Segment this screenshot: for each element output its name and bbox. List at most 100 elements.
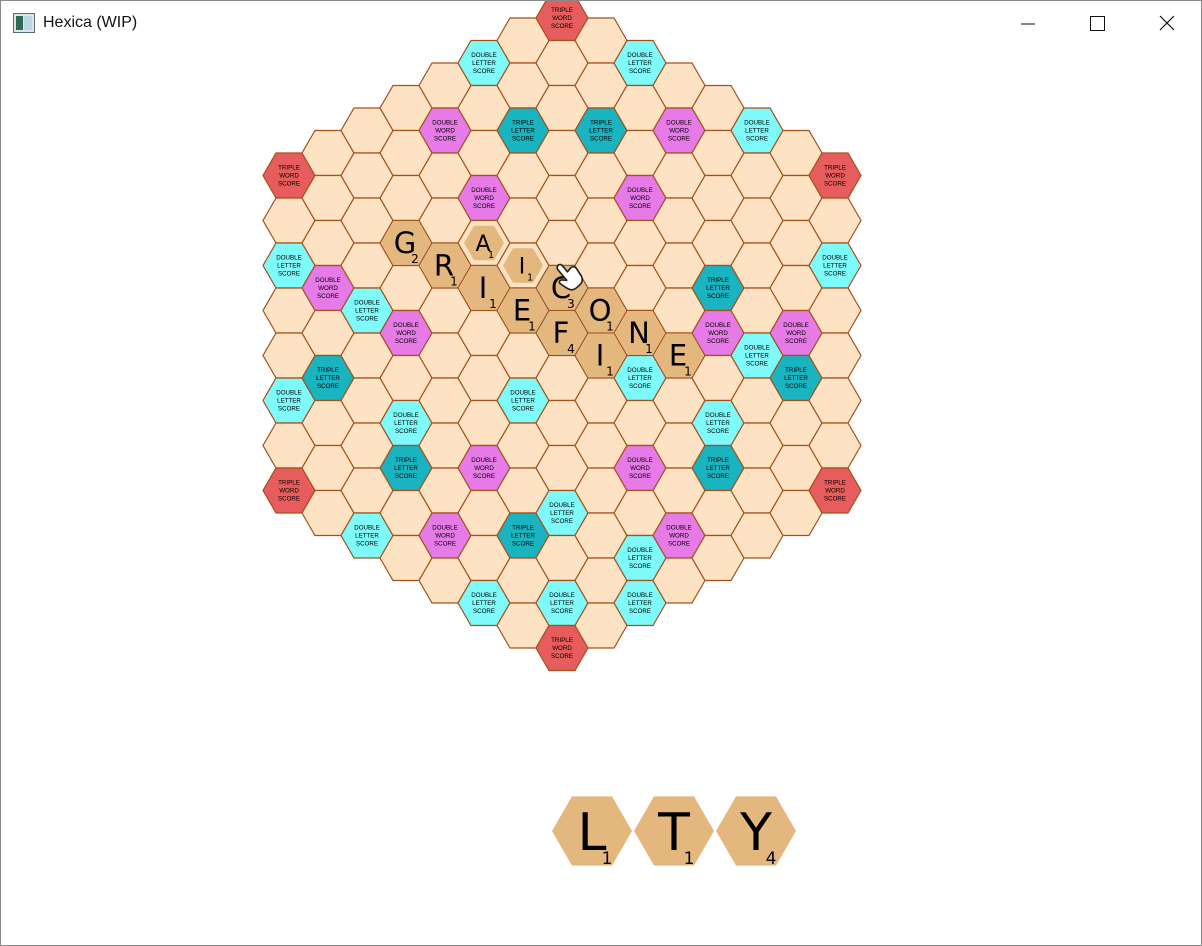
- premium-label-line: DOUBLE: [783, 322, 808, 329]
- premium-label-line: SCORE: [278, 406, 300, 413]
- premium-label-line: WORD: [708, 330, 728, 337]
- premium-label-line: SCORE: [707, 473, 729, 480]
- premium-label-line: SCORE: [356, 316, 378, 323]
- premium-label-line: SCORE: [629, 473, 651, 480]
- premium-label-line: LETTER: [511, 398, 535, 405]
- tile-rack[interactable]: L1 T1 Y4: [552, 796, 796, 869]
- premium-label-line: LETTER: [472, 600, 496, 607]
- premium-label-line: DOUBLE: [471, 187, 496, 194]
- premium-label-line: DOUBLE: [627, 187, 652, 194]
- premium-label-line: DOUBLE: [354, 525, 379, 532]
- game-board[interactable]: TRIPLEWORDSCOREDOUBLELETTERSCOREDOUBLELE…: [1, 1, 1201, 945]
- premium-label-line: WORD: [474, 195, 494, 202]
- premium-label-line: SCORE: [512, 541, 534, 548]
- premium-label-line: SCORE: [551, 608, 573, 615]
- premium-label-line: LETTER: [394, 420, 418, 427]
- tile-score: 1: [684, 365, 692, 379]
- tile-score: 1: [606, 365, 614, 379]
- premium-label-line: TRIPLE: [707, 457, 729, 464]
- premium-label-line: LETTER: [550, 510, 574, 517]
- premium-label-line: SCORE: [668, 136, 690, 143]
- premium-label-line: LETTER: [394, 465, 418, 472]
- premium-label-line: LETTER: [628, 375, 652, 382]
- premium-label-line: TRIPLE: [551, 7, 573, 14]
- premium-label-line: SCORE: [395, 473, 417, 480]
- rack-tile-score: 4: [766, 849, 777, 869]
- premium-label-line: LETTER: [628, 555, 652, 562]
- tile-score: 1: [527, 273, 533, 284]
- premium-label-line: LETTER: [706, 420, 730, 427]
- premium-label-line: WORD: [786, 330, 806, 337]
- premium-label-line: SCORE: [473, 473, 495, 480]
- rack-tile[interactable]: Y4: [716, 796, 796, 869]
- tile-letter: I: [519, 255, 526, 280]
- premium-label-line: SCORE: [473, 68, 495, 75]
- premium-label-line: SCORE: [278, 271, 300, 278]
- premium-label-line: LETTER: [511, 533, 535, 540]
- premium-label-line: WORD: [825, 488, 845, 495]
- premium-label-line: TRIPLE: [278, 165, 300, 172]
- premium-label-line: WORD: [279, 173, 299, 180]
- premium-label-line: SCORE: [590, 136, 612, 143]
- premium-label-line: DOUBLE: [744, 345, 769, 352]
- premium-label-line: SCORE: [629, 608, 651, 615]
- premium-label-line: WORD: [279, 488, 299, 495]
- premium-label-line: DOUBLE: [705, 412, 730, 419]
- premium-label-line: TRIPLE: [707, 277, 729, 284]
- premium-label-line: LETTER: [355, 533, 379, 540]
- premium-label-line: TRIPLE: [512, 525, 534, 532]
- premium-label-line: SCORE: [434, 136, 456, 143]
- premium-label-line: SCORE: [629, 68, 651, 75]
- premium-label-line: LETTER: [277, 398, 301, 405]
- premium-label-line: DOUBLE: [471, 457, 496, 464]
- premium-label-line: TRIPLE: [395, 457, 417, 464]
- tile-score: 1: [645, 342, 653, 356]
- premium-label-line: SCORE: [512, 136, 534, 143]
- premium-label-line: SCORE: [824, 271, 846, 278]
- premium-label-line: TRIPLE: [317, 367, 339, 374]
- premium-label-line: DOUBLE: [744, 120, 769, 127]
- premium-label-line: DOUBLE: [432, 120, 457, 127]
- premium-label-line: TRIPLE: [512, 120, 534, 127]
- premium-label-line: LETTER: [706, 285, 730, 292]
- premium-label-line: SCORE: [824, 181, 846, 188]
- premium-label-line: DOUBLE: [627, 547, 652, 554]
- premium-label-line: WORD: [825, 173, 845, 180]
- tile-score: 1: [489, 297, 497, 311]
- premium-label-line: DOUBLE: [549, 502, 574, 509]
- rack-tile-score: 1: [684, 849, 695, 869]
- premium-label-line: SCORE: [668, 541, 690, 548]
- tile-score: 4: [567, 342, 575, 356]
- premium-label-line: DOUBLE: [432, 525, 457, 532]
- premium-label-line: SCORE: [707, 293, 729, 300]
- premium-label-line: TRIPLE: [278, 480, 300, 487]
- app-window: Hexica (WIP) TRIPLE WORD SCORE DOUBLE LETTER…: [0, 0, 1202, 946]
- premium-label-line: DOUBLE: [666, 525, 691, 532]
- premium-label-line: LETTER: [784, 375, 808, 382]
- premium-label-line: DOUBLE: [276, 390, 301, 397]
- premium-label-line: WORD: [435, 533, 455, 540]
- premium-label-line: DOUBLE: [627, 52, 652, 59]
- premium-label-line: SCORE: [824, 496, 846, 503]
- premium-label-line: SCORE: [278, 181, 300, 188]
- premium-label-line: SCORE: [395, 428, 417, 435]
- premium-label-line: DOUBLE: [393, 412, 418, 419]
- premium-label-line: SCORE: [629, 563, 651, 570]
- premium-label-line: SCORE: [746, 361, 768, 368]
- premium-label-line: DOUBLE: [627, 367, 652, 374]
- premium-label-line: WORD: [630, 195, 650, 202]
- premium-label-line: DOUBLE: [471, 592, 496, 599]
- tile-letter: I: [596, 339, 605, 373]
- premium-label-line: TRIPLE: [785, 367, 807, 374]
- premium-label-line: DOUBLE: [471, 52, 496, 59]
- premium-label-line: SCORE: [785, 338, 807, 345]
- premium-label-line: LETTER: [589, 128, 613, 135]
- premium-label-line: SCORE: [317, 383, 339, 390]
- tile-score: 1: [450, 275, 458, 289]
- rack-tile[interactable]: T1: [634, 796, 714, 869]
- premium-label-line: LETTER: [277, 263, 301, 270]
- rack-tile[interactable]: L1: [552, 796, 632, 869]
- premium-label-line: LETTER: [706, 465, 730, 472]
- premium-label-line: TRIPLE: [551, 637, 573, 644]
- premium-label-line: DOUBLE: [393, 322, 418, 329]
